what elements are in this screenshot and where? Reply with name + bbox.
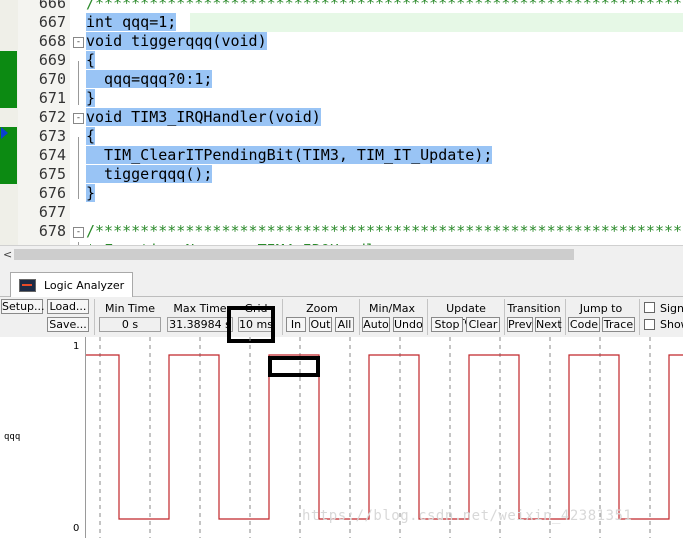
line-numbers: 666 667 668 669 670 671 672 673 674 675 676 677 678 bbox=[18, 0, 70, 245]
transition-prev-button[interactable]: Prev bbox=[507, 317, 533, 332]
code-text: tiggerqqq(); bbox=[86, 165, 213, 183]
signal-info-label: Signa bbox=[660, 302, 683, 315]
jump-code-button[interactable]: Code bbox=[568, 317, 600, 332]
max-time-label: Max Time bbox=[173, 302, 227, 315]
watermark: https://blog.csdn.net/weixin_42381351 bbox=[302, 508, 633, 524]
line-number: 675 bbox=[38, 165, 66, 183]
code-line[interactable]: /***************************************… bbox=[86, 222, 683, 241]
code-text: void tiggerqqq(void) bbox=[86, 32, 267, 50]
fold-guide bbox=[78, 137, 79, 199]
fold-toggle-icon[interactable]: - bbox=[73, 113, 84, 124]
min-time-value: 0 s bbox=[99, 317, 161, 332]
fold-toggle-icon[interactable]: - bbox=[73, 37, 84, 48]
divider bbox=[94, 299, 95, 335]
min-time-label: Min Time bbox=[105, 302, 155, 315]
line-number: 669 bbox=[38, 51, 66, 69]
line-number: 678 bbox=[38, 222, 66, 240]
code-text: } bbox=[86, 89, 96, 107]
code-text: TIM_ClearITPendingBit(TIM3, TIM_IT_Updat… bbox=[86, 146, 493, 164]
minmax-undo-button[interactable]: Undo bbox=[393, 317, 423, 332]
logic-analyzer-icon bbox=[19, 278, 36, 292]
save-button[interactable]: Save... bbox=[47, 317, 89, 332]
code-line[interactable]: } bbox=[86, 89, 96, 108]
window-tabbar: Logic Analyzer bbox=[0, 264, 683, 297]
editor-horizontal-scrollbar[interactable]: < bbox=[0, 245, 683, 264]
code-line[interactable]: } bbox=[86, 184, 96, 203]
zoom-all-button[interactable]: All bbox=[335, 317, 354, 332]
code-line[interactable]: { bbox=[86, 127, 96, 146]
code-text: } bbox=[86, 184, 96, 202]
minmax-auto-button[interactable]: Auto bbox=[362, 317, 390, 332]
breakpoint-gutter[interactable] bbox=[0, 0, 18, 245]
max-time-value: 31.38984 s bbox=[167, 317, 233, 332]
signal-info-checkbox[interactable] bbox=[644, 302, 655, 313]
update-stop-button[interactable]: Stop bbox=[431, 317, 463, 332]
line-number: 668 bbox=[38, 32, 66, 50]
transition-next-button[interactable]: Next bbox=[535, 317, 562, 332]
fold-guide bbox=[78, 61, 79, 105]
line-number: 666 bbox=[38, 0, 66, 12]
line-number: 677 bbox=[38, 203, 66, 221]
coverage-marker bbox=[0, 51, 17, 108]
divider bbox=[427, 299, 428, 335]
scrollbar-thumb[interactable] bbox=[14, 249, 574, 260]
show-cycles-checkbox[interactable] bbox=[644, 319, 655, 330]
axis-high-label: 1 bbox=[73, 341, 80, 352]
show-cycles-label: Show bbox=[660, 318, 683, 331]
jump-to-label: Jump to bbox=[579, 302, 623, 315]
code-text: qqq=qqq?0:1; bbox=[86, 70, 213, 88]
jump-trace-button[interactable]: Trace bbox=[602, 317, 635, 332]
line-number: 674 bbox=[38, 146, 66, 164]
code-text: int qqq=1; bbox=[86, 13, 177, 31]
code-line[interactable]: { bbox=[86, 51, 96, 70]
code-text: { bbox=[86, 51, 96, 69]
line-number: 676 bbox=[38, 184, 66, 202]
axis-low-label: 0 bbox=[73, 523, 80, 534]
code-text: void TIM3_IRQHandler(void) bbox=[86, 108, 321, 126]
logic-analyzer-toolbar: Setup... Load... Save... Min Time 0 s Ma… bbox=[0, 297, 683, 337]
annotation-box bbox=[268, 356, 320, 377]
minmax-label: Min/Max bbox=[369, 302, 415, 315]
code-line[interactable]: tiggerqqq(); bbox=[86, 165, 213, 184]
scroll-left-icon[interactable]: < bbox=[3, 248, 12, 261]
update-clear-button[interactable]: Clear bbox=[466, 317, 500, 332]
zoom-in-button[interactable]: In bbox=[286, 317, 306, 332]
line-number: 672 bbox=[38, 108, 66, 126]
fold-toggle-icon[interactable]: - bbox=[73, 227, 84, 238]
code-editor[interactable]: 666 667 668 669 670 671 672 673 674 675 676 677 678 … bbox=[0, 0, 683, 245]
divider bbox=[282, 299, 283, 335]
tab-label: Logic Analyzer bbox=[44, 278, 125, 292]
line-number: 670 bbox=[38, 70, 66, 88]
code-text: { bbox=[86, 127, 96, 145]
zoom-out-button[interactable]: Out bbox=[309, 317, 332, 332]
qqq-waveform bbox=[86, 354, 683, 520]
line-number: 673 bbox=[38, 127, 66, 145]
zoom-label: Zoom bbox=[306, 302, 338, 315]
code-line[interactable]: void tiggerqqq(void) bbox=[86, 32, 267, 51]
code-text: /***************************************… bbox=[86, 222, 683, 240]
signal-name[interactable]: qqq bbox=[4, 432, 20, 442]
load-button[interactable]: Load... bbox=[47, 299, 89, 314]
divider bbox=[639, 299, 640, 335]
divider bbox=[359, 299, 360, 335]
code-line[interactable]: qqq=qqq?0:1; bbox=[86, 70, 213, 89]
code-line[interactable]: /***************************************… bbox=[86, 0, 683, 13]
current-line-highlight bbox=[190, 13, 683, 32]
setup-button[interactable]: Setup... bbox=[1, 299, 45, 314]
code-line[interactable]: void TIM3_IRQHandler(void) bbox=[86, 108, 321, 127]
line-number: 667 bbox=[38, 13, 66, 31]
current-execution-arrow-icon bbox=[1, 127, 8, 139]
signal-list[interactable]: qqq 1 0 bbox=[0, 337, 86, 538]
line-number: 671 bbox=[38, 89, 66, 107]
code-line[interactable]: int qqq=1; bbox=[86, 13, 177, 32]
code-line[interactable]: TIM_ClearITPendingBit(TIM3, TIM_IT_Updat… bbox=[86, 146, 493, 165]
transition-label: Transition bbox=[507, 302, 561, 315]
code-text: /***************************************… bbox=[86, 0, 683, 12]
tab-logic-analyzer[interactable]: Logic Analyzer bbox=[10, 272, 134, 297]
